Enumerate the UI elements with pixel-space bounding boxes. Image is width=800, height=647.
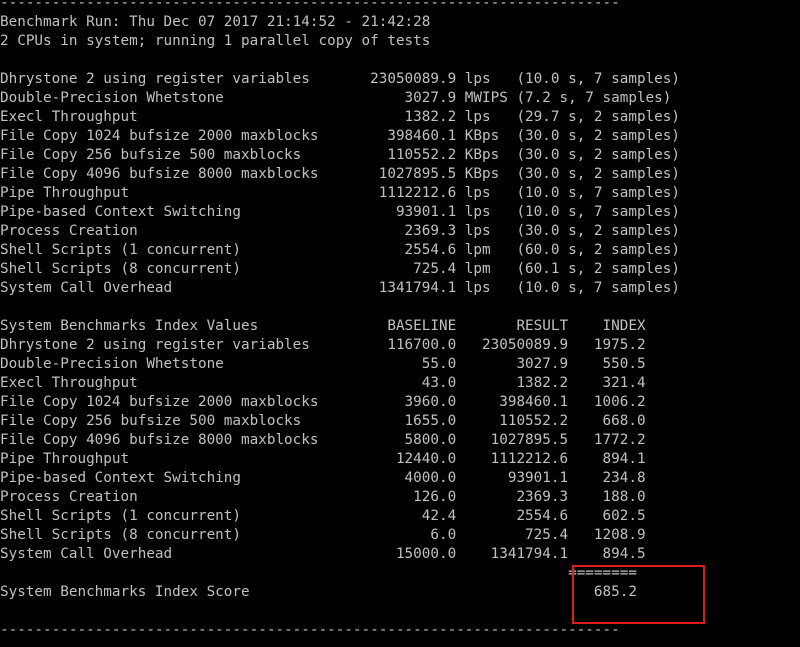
raw-result-row: Process Creation 2369.3 lps (30.0 s, 2 s…	[0, 223, 680, 239]
index-row: Shell Scripts (1 concurrent) 42.4 2554.6…	[0, 508, 646, 524]
index-row: Execl Throughput 43.0 1382.2 321.4	[0, 375, 646, 391]
index-row: File Copy 1024 bufsize 2000 maxblocks 39…	[0, 394, 646, 410]
raw-result-row: Execl Throughput 1382.2 lps (29.7 s, 2 s…	[0, 109, 680, 125]
index-row: Double-Precision Whetstone 55.0 3027.9 5…	[0, 356, 646, 372]
index-row: Dhrystone 2 using register variables 116…	[0, 337, 646, 353]
index-row: System Call Overhead 15000.0 1341794.1 8…	[0, 546, 646, 562]
index-row: File Copy 256 bufsize 500 maxblocks 1655…	[0, 413, 646, 429]
score-highlight-box	[572, 565, 705, 624]
separator-top: ----------------------------------------…	[0, 0, 620, 11]
raw-result-row: File Copy 256 bufsize 500 maxblocks 1105…	[0, 147, 680, 163]
raw-result-row: Pipe Throughput 1112212.6 lps (10.0 s, 7…	[0, 185, 680, 201]
run-header: Benchmark Run: Thu Dec 07 2017 21:14:52 …	[0, 14, 431, 30]
raw-result-row: System Call Overhead 1341794.1 lps (10.0…	[0, 280, 680, 296]
index-row: Shell Scripts (8 concurrent) 6.0 725.4 1…	[0, 527, 646, 543]
raw-result-row: File Copy 4096 bufsize 8000 maxblocks 10…	[0, 166, 680, 182]
index-row: Pipe Throughput 12440.0 1112212.6 894.1	[0, 451, 646, 467]
index-table-header: System Benchmarks Index Values BASELINE …	[0, 318, 646, 334]
cpu-info: 2 CPUs in system; running 1 parallel cop…	[0, 33, 431, 49]
raw-result-row: File Copy 1024 bufsize 2000 maxblocks 39…	[0, 128, 680, 144]
raw-result-row: Double-Precision Whetstone 3027.9 MWIPS …	[0, 90, 672, 106]
index-row: Process Creation 126.0 2369.3 188.0	[0, 489, 646, 505]
terminal-output: ----------------------------------------…	[0, 0, 800, 640]
index-row: File Copy 4096 bufsize 8000 maxblocks 58…	[0, 432, 646, 448]
raw-result-row: Shell Scripts (1 concurrent) 2554.6 lpm …	[0, 242, 680, 258]
index-row: Pipe-based Context Switching 4000.0 9390…	[0, 470, 646, 486]
raw-result-row: Dhrystone 2 using register variables 230…	[0, 71, 680, 87]
raw-result-row: Pipe-based Context Switching 93901.1 lps…	[0, 204, 680, 220]
raw-result-row: Shell Scripts (8 concurrent) 725.4 lpm (…	[0, 261, 680, 277]
